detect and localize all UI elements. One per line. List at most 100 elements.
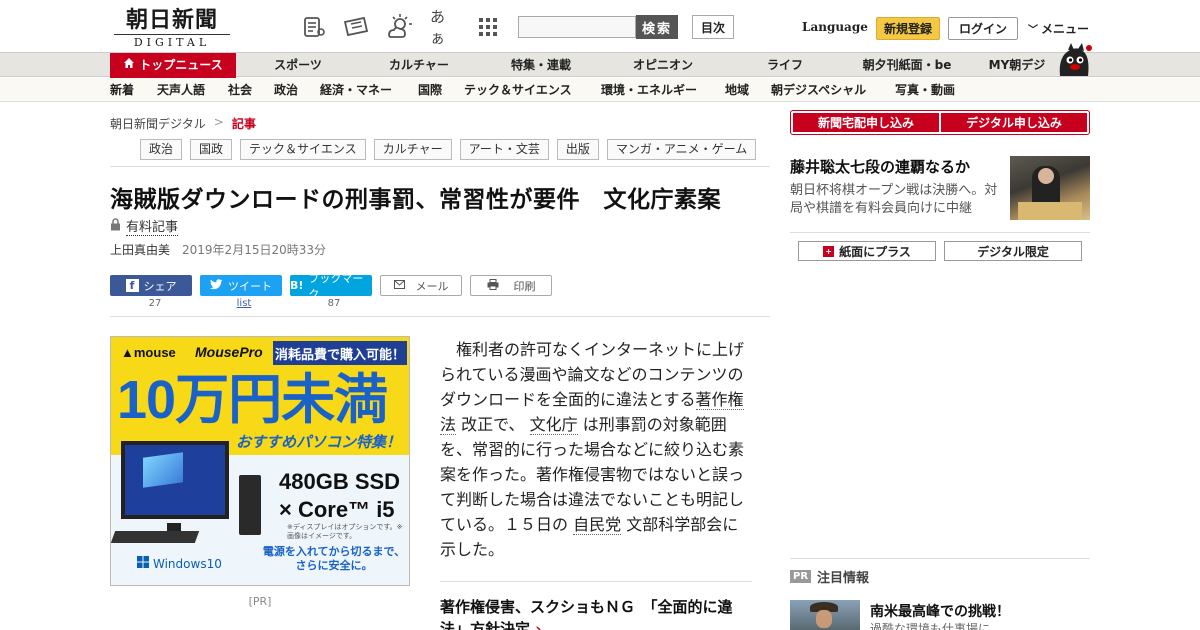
keyword-bunkacho[interactable]: 文化庁 [529, 415, 578, 435]
nav-features[interactable]: 特集・連載 [500, 53, 582, 78]
nav-opinion[interactable]: オピニオン [622, 53, 704, 78]
pr-description: 過酷な環境も仕事場に [870, 622, 991, 630]
tag-national-politics[interactable]: 国政 [190, 139, 233, 160]
twitter-share-label: ツイート [228, 279, 272, 293]
subnav-photo[interactable]: 写真・動画 [895, 78, 955, 102]
feature-image[interactable] [1010, 156, 1090, 220]
toc-button[interactable]: 目次 [692, 15, 734, 39]
twitter-count[interactable]: list [203, 298, 285, 309]
face-shape [816, 610, 832, 628]
pr-heading: PR 注目情報 [790, 567, 869, 586]
monitor-image [121, 441, 229, 519]
tag-politics[interactable]: 政治 [140, 139, 183, 160]
print-button[interactable]: 印刷 [470, 275, 552, 296]
keyboard-image [111, 531, 200, 543]
pr-title[interactable]: 南米最高峰での挑戦！ [870, 601, 1010, 621]
divider [110, 166, 770, 167]
nav-top-news[interactable]: トップニュース [110, 53, 236, 78]
breadcrumb-root[interactable]: 朝日新聞デジタル [110, 115, 206, 132]
paper-plus-button[interactable]: + 紙面にプラス [798, 241, 936, 261]
subnav-international[interactable]: 国際 [418, 78, 442, 102]
article-headline: 海賊版ダウンロードの刑事罰、常習性が要件 文化庁素案 [110, 186, 721, 213]
site-header: 朝日新聞 DIGITAL あぁ 検索 目次 Language 新規登録 ログイン… [0, 0, 1200, 52]
nav-my-asadigi[interactable]: MY朝デジ [980, 53, 1054, 78]
menu-label: メニュー [1041, 22, 1090, 36]
nav-culture[interactable]: カルチャー [378, 53, 460, 78]
divider [110, 316, 770, 317]
ad-spec-cpu: × Core™ i5 [279, 497, 395, 522]
sub-nav: 新着 天声人語 社会 政治 経済・マネー 国際 テック＆サイエンス 環境・エネル… [0, 78, 1200, 102]
keyword-ldp[interactable]: 自民党 [573, 515, 622, 535]
tag-manga[interactable]: マンガ・アニメ・ゲーム [606, 139, 757, 160]
ticket-icon[interactable] [342, 13, 370, 41]
digital-limited-button[interactable]: デジタル限定 [944, 241, 1082, 261]
publish-date: 2019年2月15日20時33分 [182, 243, 326, 257]
pc-tower-image [239, 475, 261, 535]
tag-publishing[interactable]: 出版 [556, 139, 599, 160]
related-article-title: 著作権侵害、スクショもＮＧ 「全面的に違法」方針決定 [440, 598, 733, 630]
hatena-bookmark-button[interactable]: B! ブックマーク [290, 272, 372, 301]
subnav-special[interactable]: 朝デジスペシャル [771, 78, 866, 102]
logo-en: DIGITAL [114, 34, 230, 49]
paid-article-label[interactable]: 有料記事 [126, 216, 179, 236]
paper-icon[interactable] [300, 13, 328, 41]
chevron-down-icon: ﹀ [1028, 25, 1038, 36]
hatena-bookmark-label: ブックマーク [308, 271, 364, 301]
pr-image[interactable] [790, 600, 860, 630]
weather-icon[interactable] [385, 13, 413, 41]
feature-title[interactable]: 藤井聡太七段の連覇なるか [790, 156, 970, 177]
facebook-share-button[interactable]: f シェア [110, 275, 192, 296]
grid-icon[interactable] [474, 13, 502, 41]
mail-icon [393, 279, 405, 292]
chevron-right-icon: › [535, 620, 542, 630]
divider [790, 232, 1090, 233]
subnav-economy[interactable]: 経済・マネー [320, 78, 392, 102]
nav-paper[interactable]: 朝夕刊紙面・be [852, 53, 962, 78]
search-input[interactable] [518, 16, 636, 38]
breadcrumb-separator: > [213, 115, 224, 129]
subnav-region[interactable]: 地域 [725, 78, 749, 102]
print-label: 印刷 [513, 279, 536, 293]
subnav-politics[interactable]: 政治 [274, 78, 298, 102]
subnav-society[interactable]: 社会 [228, 78, 252, 102]
digital-subscribe-button[interactable]: デジタル申し込み [941, 113, 1087, 132]
subnav-new[interactable]: 新着 [110, 78, 134, 102]
plus-icon: + [823, 245, 835, 257]
feature-description: 朝日杯将棋オープン戦は決勝へ。対局や棋譜を有料会員向けに中継 [790, 183, 998, 216]
logo-jp: 朝日新聞 [125, 7, 218, 33]
category-tags: 政治 国政 テック＆サイエンス カルチャー アート・文芸 出版 マンガ・アニメ・… [140, 139, 757, 160]
author: 上田真由美 [110, 243, 171, 257]
font-size-icon[interactable]: あぁ [430, 8, 458, 47]
pr-heading-label: 注目情報 [817, 571, 870, 586]
newspaper-subscribe-button[interactable]: 新聞宅配申し込み [793, 113, 939, 132]
related-article-link[interactable]: 著作権侵害、スクショもＮＧ 「全面的に違法」方針決定 › [440, 596, 752, 630]
menu-button[interactable]: ﹀ メニュー [1028, 20, 1089, 37]
byline: 上田真由美 2019年2月15日20時33分 [110, 241, 326, 258]
site-logo[interactable]: 朝日新聞 DIGITAL [114, 7, 230, 49]
subnav-tech[interactable]: テック＆サイエンス [464, 78, 572, 102]
mail-share-button[interactable]: メール [380, 275, 462, 296]
subnav-tenseijingo[interactable]: 天声人語 [157, 78, 205, 102]
search-button[interactable]: 検索 [636, 15, 678, 39]
register-button[interactable]: 新規登録 [876, 17, 940, 40]
tag-art[interactable]: アート・文芸 [459, 139, 549, 160]
ad-label: [PR] [248, 595, 272, 608]
ad-brand-pro: MousePro [195, 344, 263, 360]
advertisement-banner[interactable]: ▲mouse MousePro 消耗品費で購入可能！ 10万円未満 おすすめパソ… [110, 336, 410, 586]
ad-brand: ▲mouse [121, 345, 176, 360]
tag-culture[interactable]: カルチャー [373, 139, 452, 160]
tag-tech[interactable]: テック＆サイエンス [240, 139, 366, 160]
login-button[interactable]: ログイン [948, 17, 1018, 40]
shogi-board [1018, 202, 1082, 220]
divider [790, 558, 1090, 559]
paper-plus-label: 紙面にプラス [839, 244, 911, 259]
person-face [1038, 168, 1054, 184]
nav-life[interactable]: ライフ [744, 53, 826, 78]
mascot-icon[interactable] [1054, 42, 1092, 78]
ad-promo: 消耗品費で購入可能！ [273, 341, 407, 365]
subnav-environment[interactable]: 環境・エネルギー [601, 78, 697, 102]
twitter-share-button[interactable]: ツイート [200, 275, 282, 296]
language-link[interactable]: Language [802, 20, 868, 34]
nav-sports[interactable]: スポーツ [258, 53, 338, 78]
divider [440, 581, 752, 582]
